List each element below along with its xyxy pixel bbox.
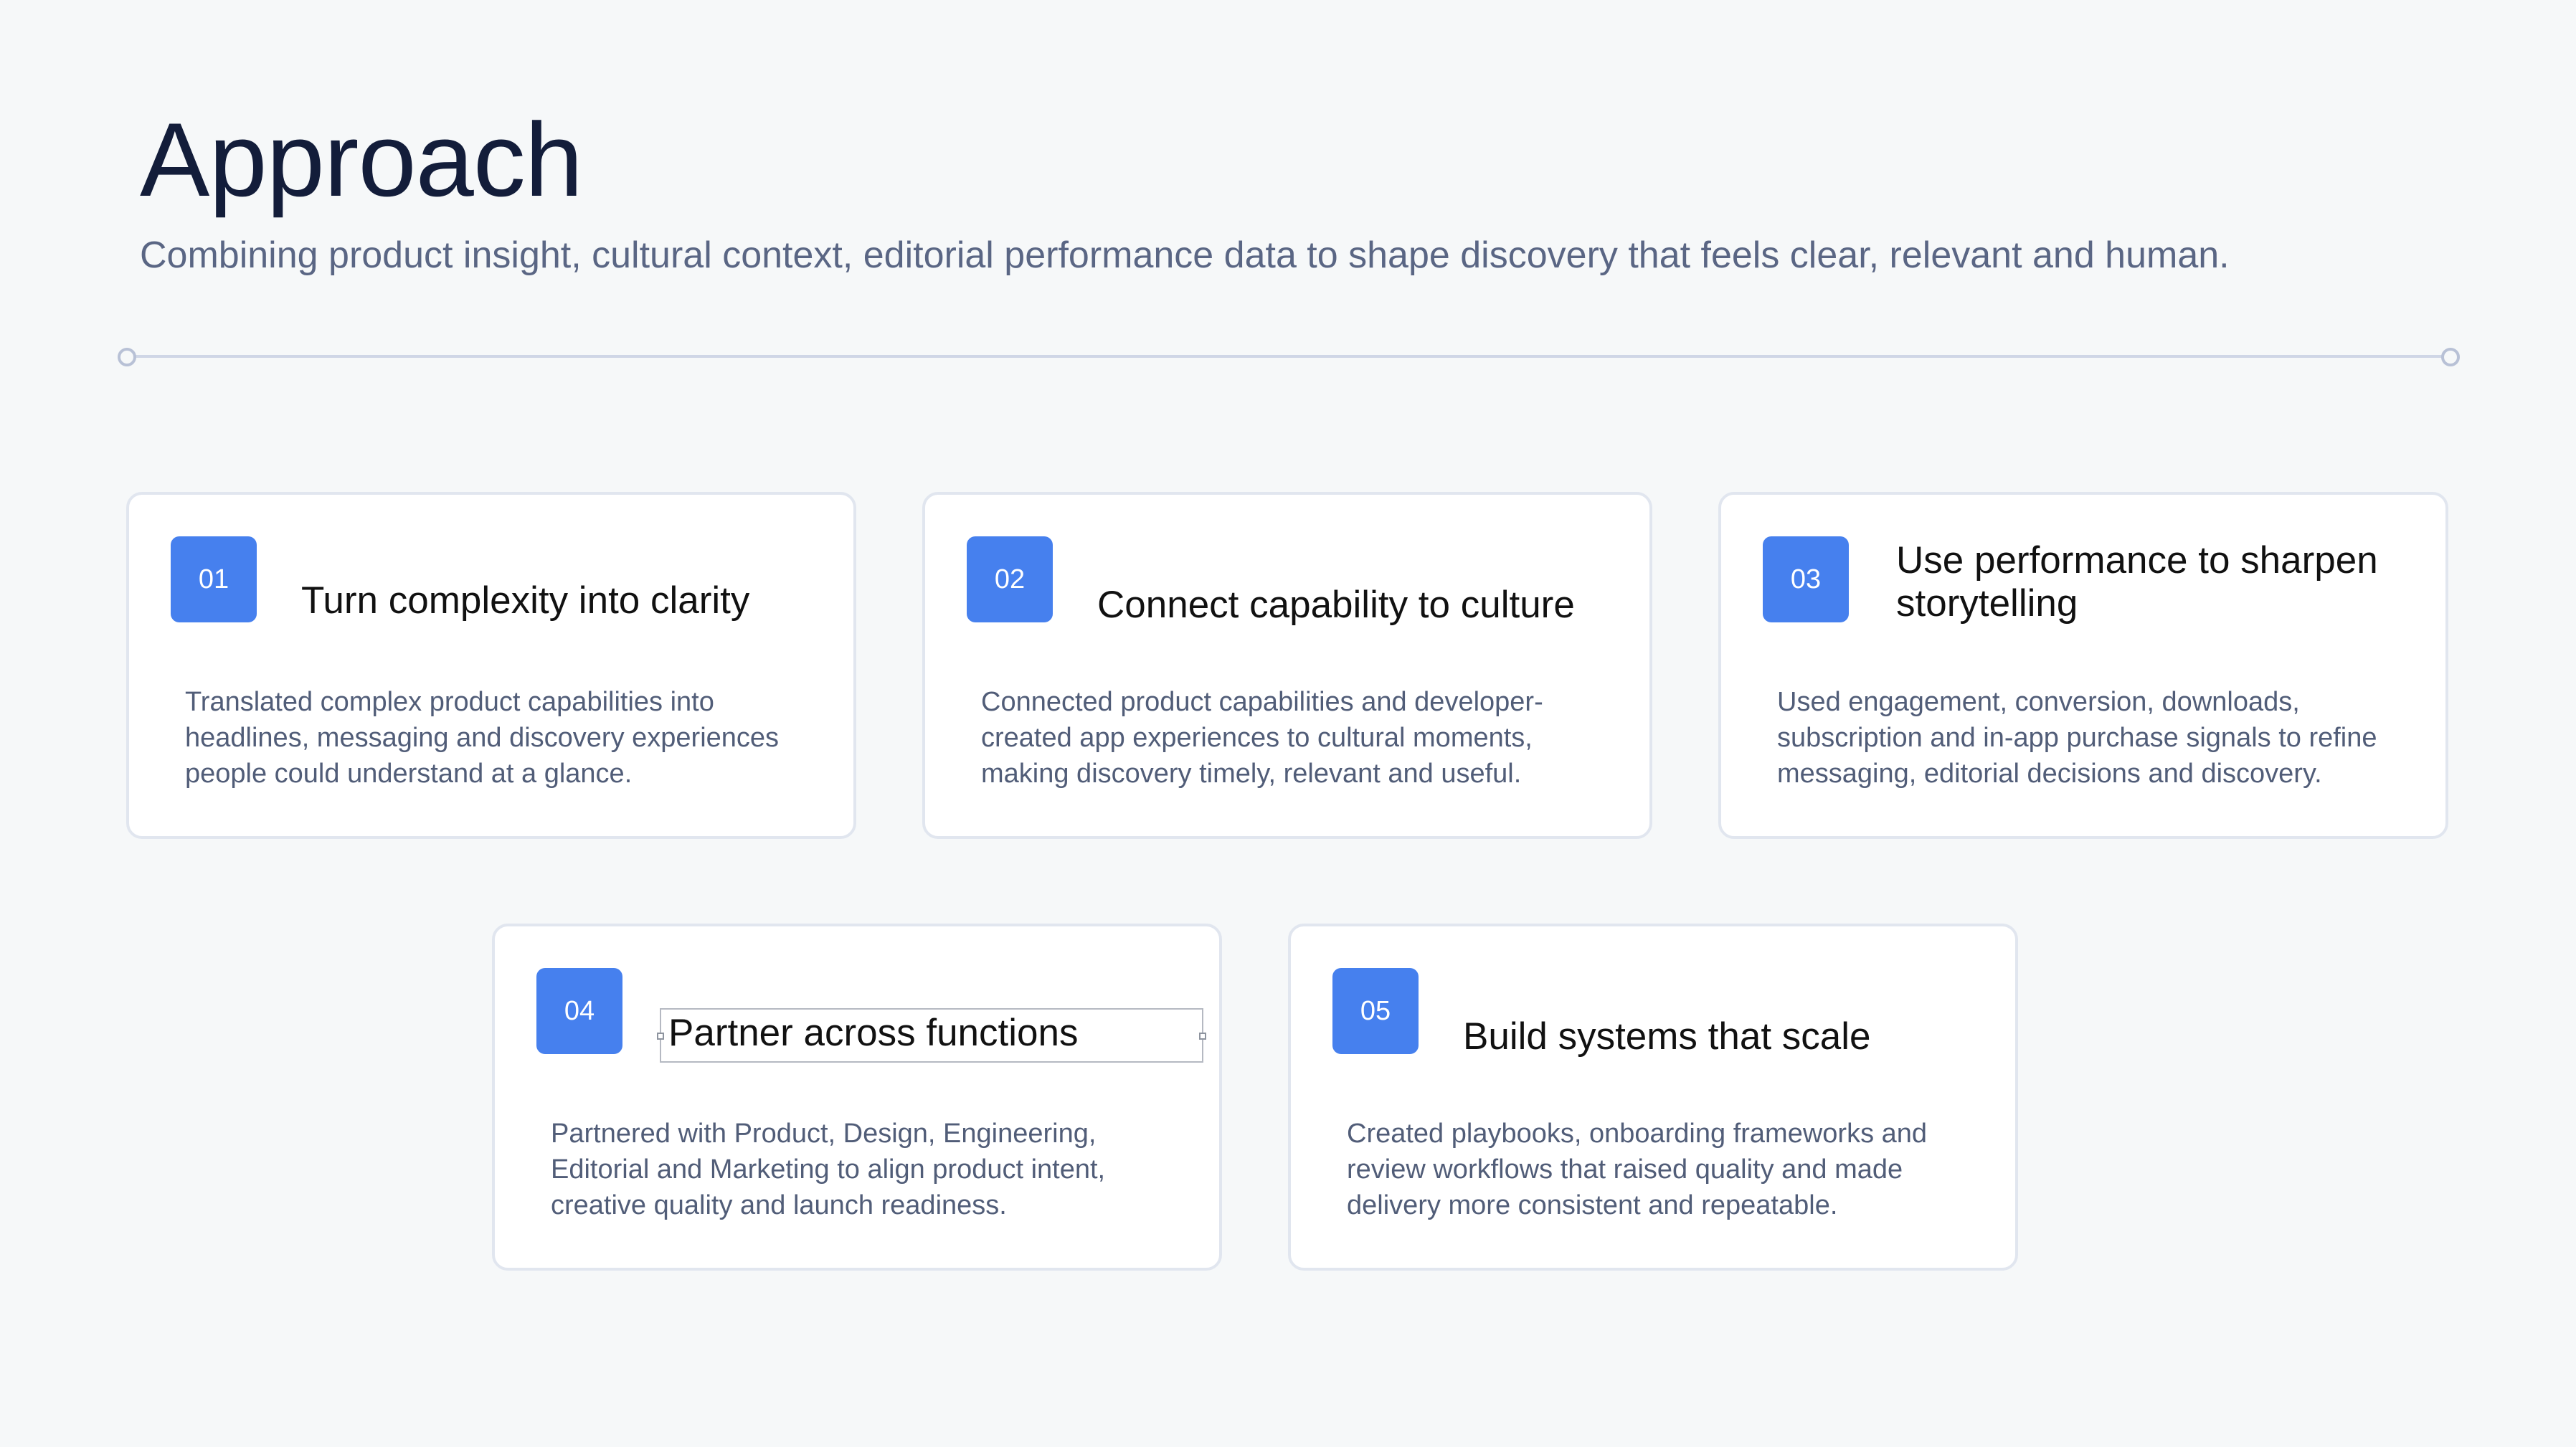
card-title[interactable]: Connect capability to culture	[1097, 584, 1606, 627]
card-body[interactable]: Translated complex product capabilities …	[185, 684, 803, 792]
approach-card-03[interactable]: 03 Use performance to sharpen storytelli…	[1718, 492, 2448, 839]
approach-card-01[interactable]: 01 Turn complexity into clarity Translat…	[126, 492, 856, 839]
slide-subtitle[interactable]: Combining product insight, cultural cont…	[140, 231, 2230, 280]
card-number-badge: 03	[1763, 536, 1849, 622]
divider-end-dot	[2441, 348, 2460, 366]
card-number-badge: 05	[1332, 968, 1419, 1054]
approach-card-05[interactable]: 05 Build systems that scale Created play…	[1288, 924, 2018, 1271]
divider-line	[126, 355, 2451, 358]
resize-handle-left[interactable]	[657, 1033, 664, 1040]
card-number-badge: 04	[536, 968, 622, 1054]
card-title[interactable]: Build systems that scale	[1463, 1015, 1972, 1058]
text-selection-box[interactable]: Partner across functions	[657, 1008, 1206, 1063]
card-body[interactable]: Created playbooks, onboarding frameworks…	[1347, 1116, 1965, 1223]
card-body[interactable]: Used engagement, conversion, downloads, …	[1777, 684, 2395, 792]
card-title[interactable]: Turn complexity into clarity	[301, 579, 810, 622]
slide: Approach Combining product insight, cult…	[0, 0, 2576, 1447]
card-title[interactable]: Partner across functions	[668, 1012, 1078, 1055]
card-body[interactable]: Partnered with Product, Design, Engineer…	[551, 1116, 1169, 1223]
approach-card-04[interactable]: 04 Partner across functions Partnered wi…	[492, 924, 1222, 1271]
card-number-badge: 02	[967, 536, 1053, 622]
card-body[interactable]: Connected product capabilities and devel…	[981, 684, 1599, 792]
resize-handle-right[interactable]	[1199, 1033, 1206, 1040]
divider-start-dot	[118, 348, 136, 366]
card-title[interactable]: Use performance to sharpen storytelling	[1896, 539, 2402, 625]
card-number-badge: 01	[171, 536, 257, 622]
approach-card-02[interactable]: 02 Connect capability to culture Connect…	[922, 492, 1652, 839]
slide-title[interactable]: Approach	[140, 99, 583, 221]
